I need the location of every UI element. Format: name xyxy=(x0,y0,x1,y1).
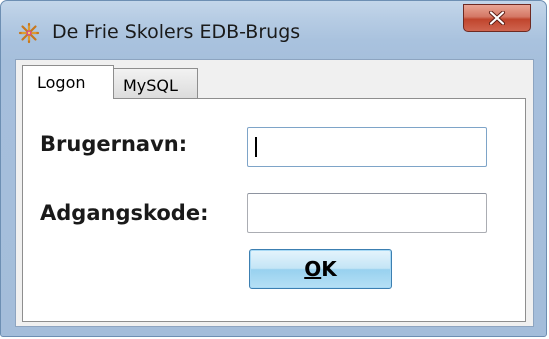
username-label: Brugernavn: xyxy=(40,132,188,156)
text-caret xyxy=(255,137,257,157)
snowflake-icon xyxy=(18,22,40,44)
title-bar[interactable]: De Frie Skolers EDB-Brugs xyxy=(1,1,546,59)
ok-label-rest: K xyxy=(321,257,337,281)
tab-logon[interactable]: Logon xyxy=(22,65,114,99)
tab-logon-label: Logon xyxy=(37,73,86,92)
tab-mysql[interactable]: MySQL xyxy=(114,68,198,99)
close-button[interactable] xyxy=(463,4,531,32)
window-title: De Frie Skolers EDB-Brugs xyxy=(52,21,301,43)
password-input[interactable] xyxy=(247,193,487,233)
login-window: De Frie Skolers EDB-Brugs Logon MySQL Br… xyxy=(0,0,547,337)
tab-mysql-label: MySQL xyxy=(123,76,178,95)
password-label: Adgangskode: xyxy=(40,201,209,225)
username-input[interactable] xyxy=(247,127,487,167)
ok-mnemonic: O xyxy=(304,257,322,281)
close-icon xyxy=(489,11,505,25)
client-area: Logon MySQL Brugernavn: Adgangskode: OK xyxy=(15,59,534,327)
ok-button[interactable]: OK xyxy=(249,249,392,289)
logon-panel: Brugernavn: Adgangskode: OK xyxy=(22,98,526,322)
